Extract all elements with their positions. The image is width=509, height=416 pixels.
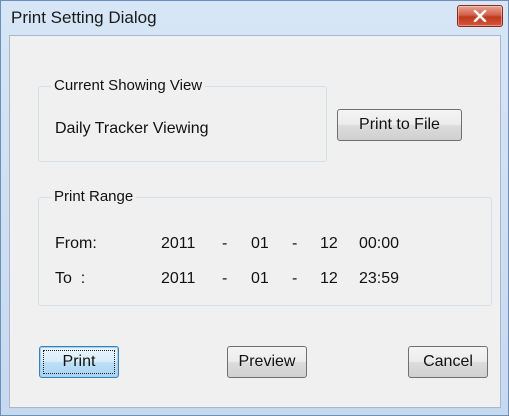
from-day: 12 <box>320 235 338 252</box>
to-day: 12 <box>320 270 338 287</box>
to-separator-2: - <box>292 270 298 287</box>
from-separator-1: - <box>222 235 228 252</box>
to-year: 2011 <box>161 270 196 287</box>
from-year: 2011 <box>161 235 196 252</box>
close-icon <box>473 10 487 22</box>
preview-button-label: Preview <box>238 353 296 370</box>
print-range-group-title: Print Range <box>51 188 137 206</box>
cancel-button-label: Cancel <box>423 353 473 370</box>
title-bar[interactable]: Print Setting Dialog <box>1 1 508 35</box>
to-month: 01 <box>251 270 269 287</box>
print-to-file-label: Print to File <box>359 116 440 133</box>
print-to-file-button[interactable]: Print to File <box>337 109 462 141</box>
print-setting-dialog: Print Setting Dialog Current Showing Vie… <box>0 0 509 416</box>
current-view-name: Daily Tracker Viewing <box>55 120 209 137</box>
current-view-group-title: Current Showing View <box>51 77 206 95</box>
to-separator-1: - <box>222 270 228 287</box>
current-view-group: Current Showing View Daily Tracker Viewi… <box>38 77 327 162</box>
from-month: 01 <box>251 235 269 252</box>
print-range-group: Print Range From: 2011 - 01 - 12 00:00 T… <box>38 188 492 306</box>
window-title: Print Setting Dialog <box>11 8 157 27</box>
from-time: 00:00 <box>359 235 400 252</box>
cancel-button[interactable]: Cancel <box>408 346 488 378</box>
close-button[interactable] <box>457 5 503 27</box>
to-time: 23:59 <box>359 270 400 287</box>
preview-button[interactable]: Preview <box>227 346 307 378</box>
print-button[interactable]: Print <box>39 346 119 378</box>
dialog-client-area: Current Showing View Daily Tracker Viewi… <box>9 35 501 408</box>
print-button-label: Print <box>62 353 96 370</box>
from-separator-2: - <box>292 235 298 252</box>
from-label: From: <box>55 235 97 252</box>
to-label: To : <box>55 270 86 287</box>
